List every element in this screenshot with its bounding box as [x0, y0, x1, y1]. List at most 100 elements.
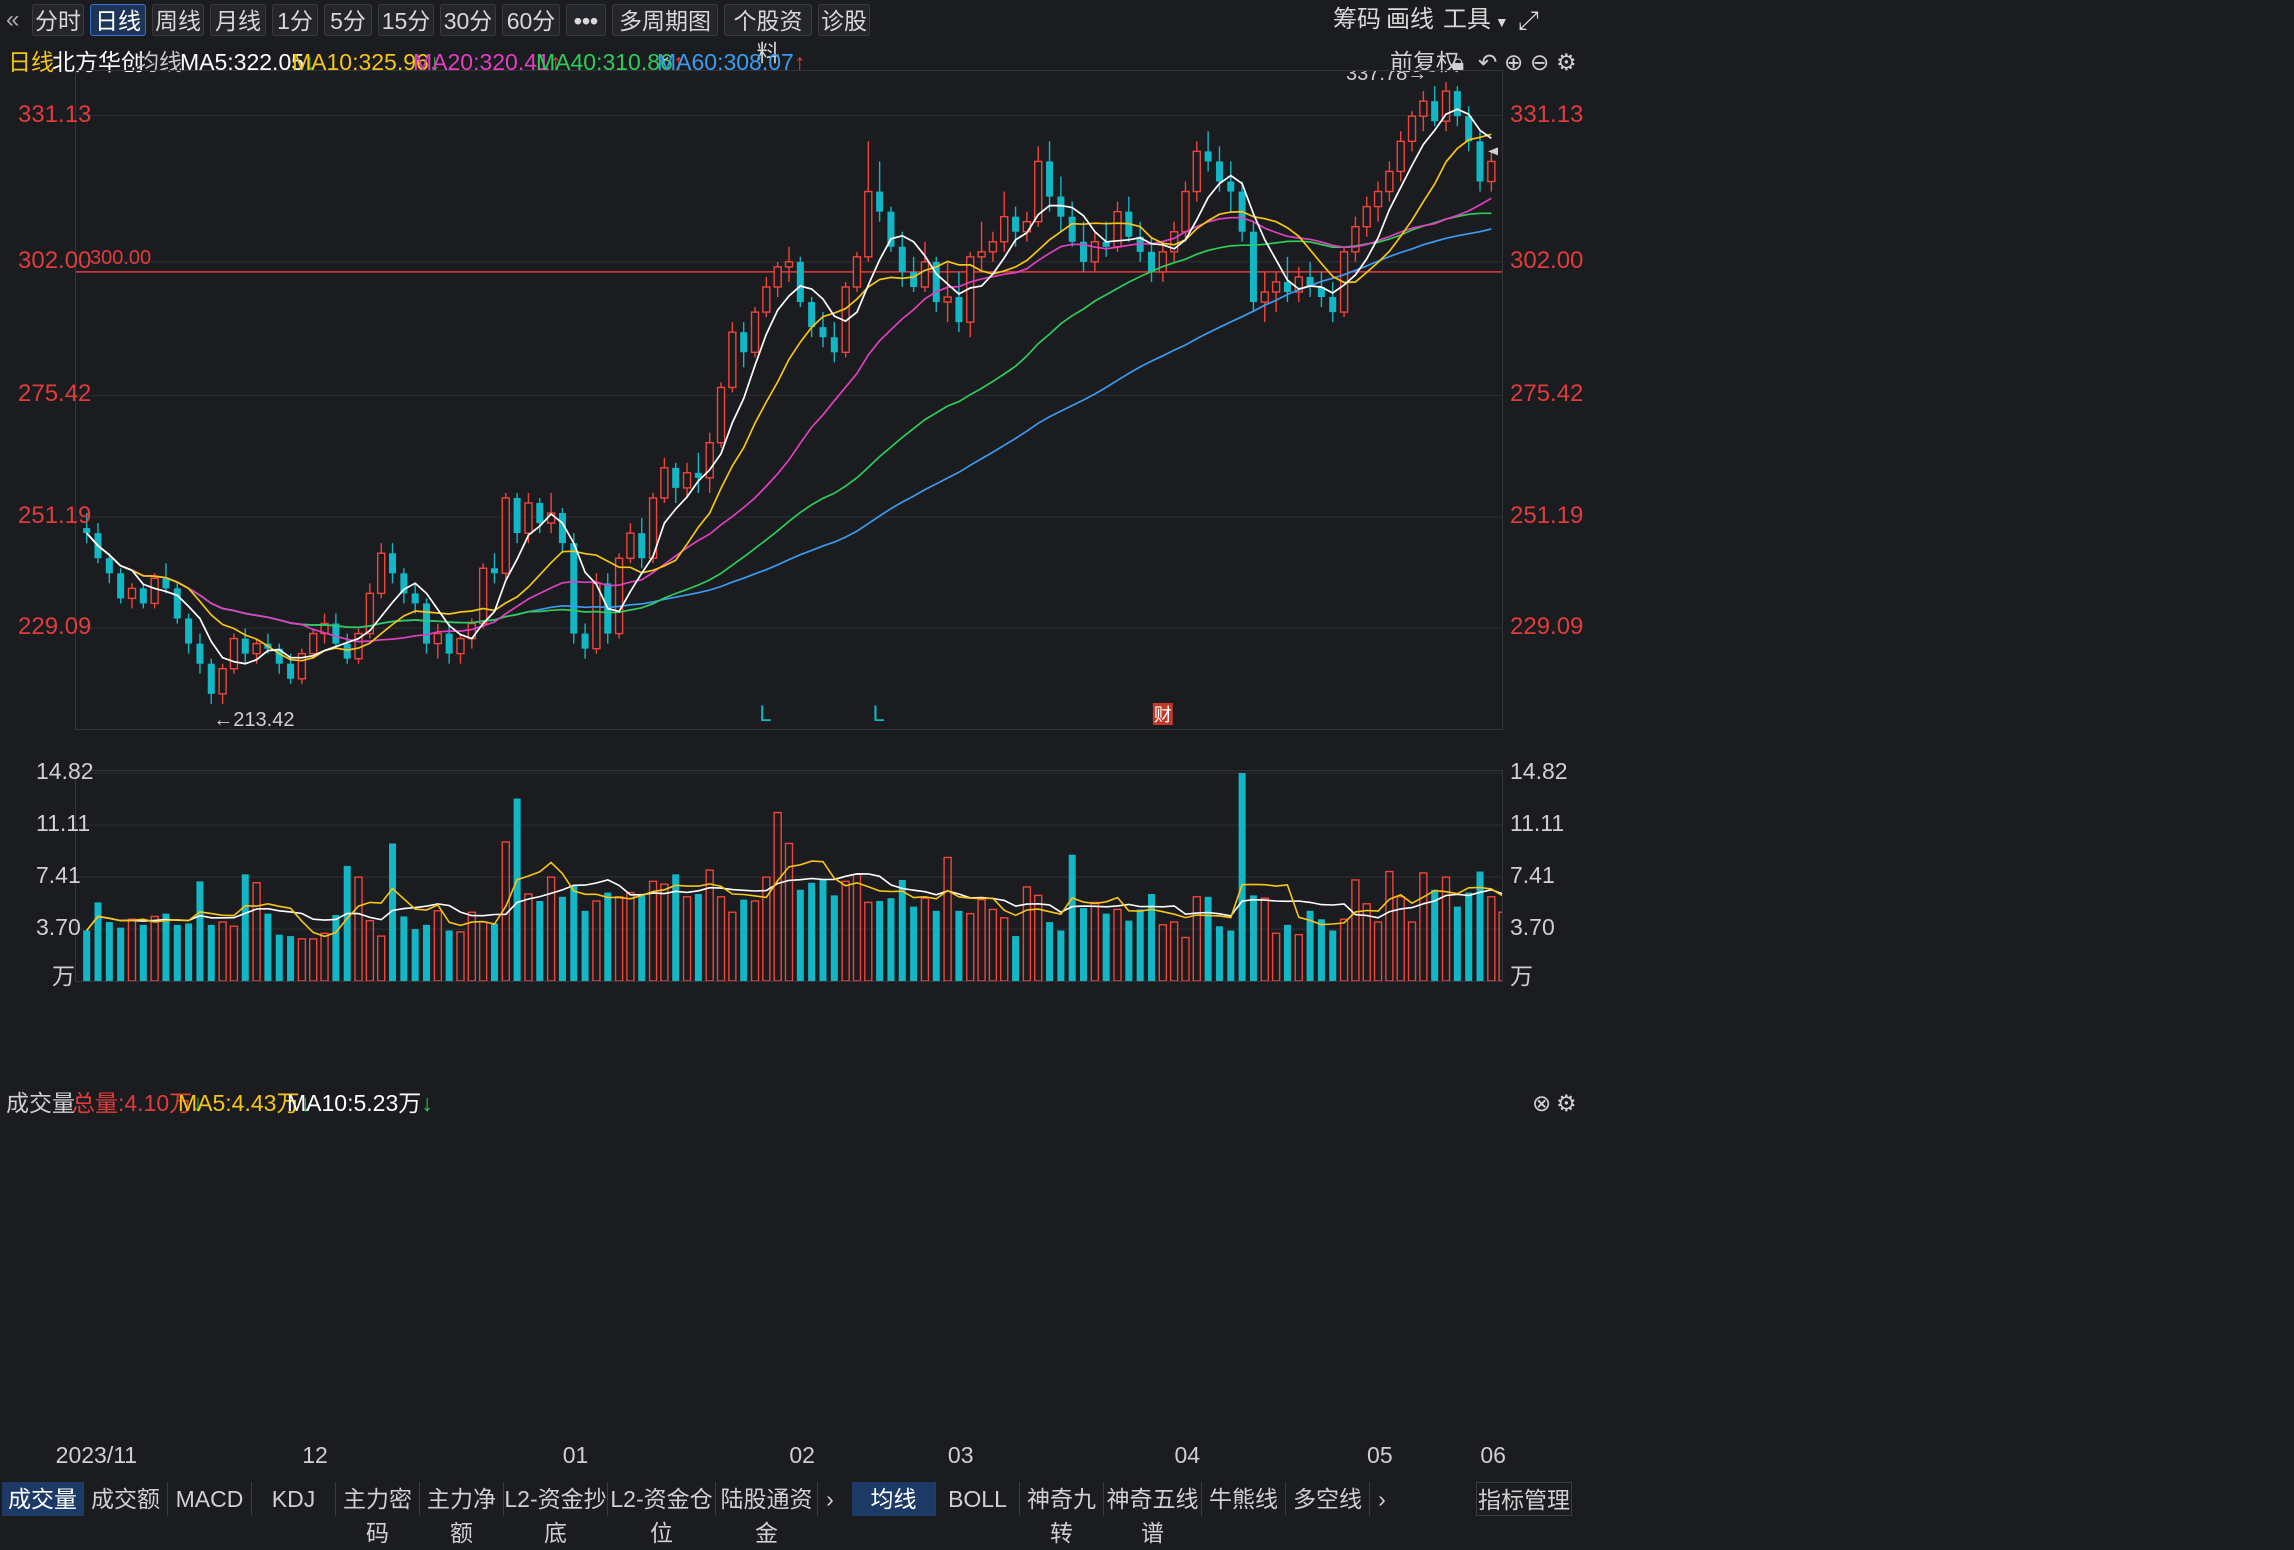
tab-kdj[interactable]: KDJ	[252, 1482, 336, 1516]
close-icon[interactable]: ⊗	[1532, 1085, 1551, 1121]
tab-magic-five[interactable]: 神奇五线谱	[1104, 1482, 1202, 1546]
volume-bar	[672, 874, 680, 981]
volume-bar	[955, 910, 963, 981]
candle	[694, 452, 702, 493]
tab-magic-nine[interactable]: 神奇九转	[1020, 1482, 1104, 1546]
more-button[interactable]: •••	[566, 4, 606, 36]
volume-bar	[773, 811, 782, 981]
volume-bar	[614, 896, 624, 981]
volume-chart	[76, 772, 1502, 981]
price-panel[interactable]: 300.00 337.78→ ←213.42 L L 财	[75, 70, 1503, 730]
expand-icon[interactable]: ⤢	[1518, 4, 1539, 36]
volume-bar	[638, 893, 646, 981]
volume-bar	[932, 910, 940, 981]
tab-weekly[interactable]: 周线	[152, 4, 204, 36]
volume-bar	[1102, 913, 1110, 981]
candle	[864, 141, 873, 262]
volume-bar	[536, 901, 544, 981]
zoom-in-icon[interactable]: ⊕	[1504, 42, 1523, 82]
tab-long-short[interactable]: 多空线	[1286, 1482, 1370, 1516]
volume-bar	[876, 901, 884, 981]
chips-button[interactable]: 筹码	[1333, 4, 1381, 36]
indicator-tabs: 成交量 成交额 MACD KDJ 主力密码 主力净额 L2-资金抄底 L2-资金…	[0, 1480, 2294, 1546]
candle	[796, 256, 804, 308]
chevron-right-icon[interactable]: ›	[820, 1482, 840, 1516]
volume-bar	[1034, 894, 1043, 981]
candle	[1419, 91, 1428, 132]
date-tick: 04	[1174, 1442, 1201, 1468]
candle	[139, 583, 147, 609]
volume-bar	[1136, 909, 1144, 981]
volume-tick-left: 3.70	[36, 914, 81, 941]
candle	[1169, 221, 1179, 262]
tab-intraday[interactable]: 分时	[32, 4, 84, 36]
zoom-out-icon[interactable]: ⊖	[1530, 42, 1549, 82]
candle	[1057, 176, 1065, 232]
volume-bar	[750, 900, 760, 981]
volume-bar	[1339, 918, 1349, 981]
tab-l2-position[interactable]: L2-资金仓位	[608, 1482, 716, 1546]
candle	[672, 462, 680, 503]
tab-main-force-net[interactable]: 主力净额	[420, 1482, 504, 1546]
stock-profile-button[interactable]: 个股资料	[724, 4, 812, 66]
tab-volume[interactable]: 成交量	[2, 1482, 84, 1516]
tab-boll[interactable]: BOLL	[936, 1482, 1020, 1516]
volume-bar	[83, 930, 91, 981]
tab-macd[interactable]: MACD	[168, 1482, 252, 1516]
tools-button[interactable]: 工具 ▼	[1443, 4, 1509, 36]
volume-bar	[1407, 921, 1417, 981]
tab-turnover[interactable]: 成交额	[84, 1482, 168, 1516]
chevron-right-icon-2[interactable]: ›	[1372, 1482, 1392, 1516]
candle	[1396, 131, 1405, 182]
tab-main-force-code[interactable]: 主力密码	[336, 1482, 420, 1546]
tab-northbound[interactable]: 陆股通资金	[716, 1482, 818, 1546]
tab-5min[interactable]: 5分	[324, 4, 372, 36]
volume-unit-right: 万	[1510, 963, 1533, 989]
volume-bar	[252, 882, 261, 981]
tab-15min[interactable]: 15分	[378, 4, 434, 36]
candle	[626, 523, 635, 564]
volume-bar	[581, 910, 589, 981]
candle	[422, 598, 431, 654]
candle	[1000, 191, 1009, 252]
tab-30min[interactable]: 30分	[440, 4, 496, 36]
candle	[660, 457, 669, 503]
volume-bar	[218, 921, 227, 981]
volume-bar	[490, 923, 498, 981]
multi-period-button[interactable]: 多周期图 ⌄	[612, 4, 718, 65]
candle	[1249, 221, 1257, 313]
volume-bar	[626, 891, 635, 981]
volume-bar	[275, 934, 283, 981]
volume-bar	[1419, 872, 1428, 981]
low-price-label: ←213.42	[213, 709, 294, 729]
volume-bar	[864, 901, 873, 981]
volume-bar	[287, 936, 295, 981]
volume-bar	[524, 893, 533, 981]
candle	[320, 613, 329, 644]
tab-bull-bear[interactable]: 牛熊线	[1202, 1482, 1286, 1516]
volume-bar	[117, 927, 125, 981]
candle	[1441, 82, 1451, 132]
price-tick-right: 251.19	[1510, 502, 1584, 530]
candle	[1192, 141, 1202, 202]
l-marker: L	[873, 701, 885, 726]
candle	[762, 276, 771, 318]
tab-daily[interactable]: 日线	[90, 4, 146, 36]
tab-l2-bottom[interactable]: L2-资金抄底	[504, 1482, 608, 1546]
tab-ma[interactable]: 均线	[852, 1482, 936, 1516]
volume-ma10: MA10:5.23万↓	[287, 1090, 433, 1116]
volume-panel[interactable]	[75, 770, 1503, 982]
back-icon[interactable]: «	[6, 4, 19, 36]
indicator-manage-button[interactable]: 指标管理	[1476, 1482, 1572, 1516]
diagnose-button[interactable]: 诊股	[818, 4, 870, 36]
volume-settings-icon[interactable]: ⚙	[1556, 1085, 1577, 1121]
volume-bar	[1385, 870, 1394, 981]
tab-1min[interactable]: 1分	[272, 4, 318, 36]
tab-monthly[interactable]: 月线	[210, 4, 266, 36]
tab-60min[interactable]: 60分	[502, 4, 560, 36]
draw-button[interactable]: 画线	[1386, 4, 1434, 36]
candle	[117, 568, 125, 604]
candle	[1204, 131, 1212, 172]
volume-bar	[1271, 932, 1281, 981]
gear-icon[interactable]: ⚙	[1556, 42, 1577, 82]
